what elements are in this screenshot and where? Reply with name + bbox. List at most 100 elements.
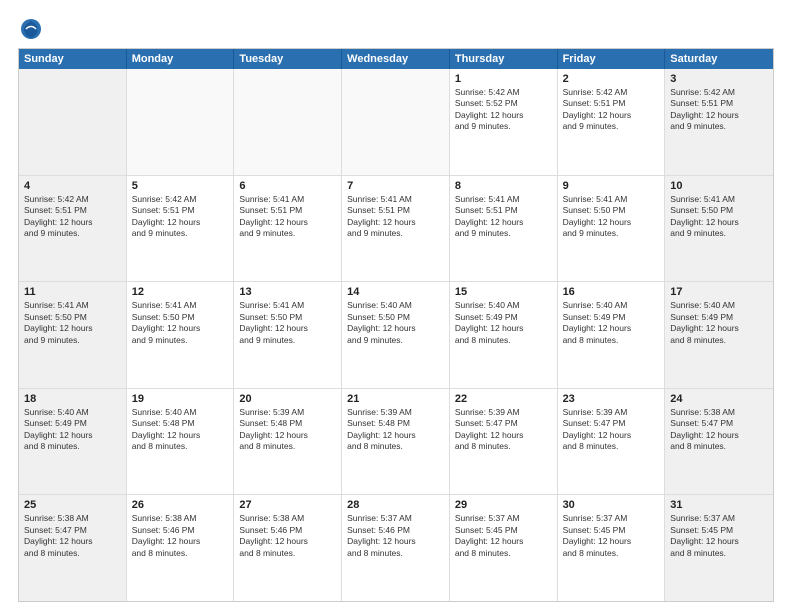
week-row-2: 11 Sunrise: 5:41 AM Sunset: 5:50 PM Dayli… — [19, 282, 773, 389]
day-number: 15 — [455, 286, 552, 298]
day-number: 23 — [563, 393, 660, 405]
day-info: Sunrise: 5:41 AM Sunset: 5:50 PM Dayligh… — [132, 300, 229, 346]
day-info: Sunrise: 5:37 AM Sunset: 5:45 PM Dayligh… — [670, 513, 768, 559]
day-cell-12: 12 Sunrise: 5:41 AM Sunset: 5:50 PM Dayli… — [127, 282, 235, 388]
day-info: Sunrise: 5:41 AM Sunset: 5:50 PM Dayligh… — [239, 300, 336, 346]
day-number: 22 — [455, 393, 552, 405]
day-number: 29 — [455, 499, 552, 511]
day-info: Sunrise: 5:42 AM Sunset: 5:52 PM Dayligh… — [455, 87, 552, 133]
day-number: 19 — [132, 393, 229, 405]
day-info: Sunrise: 5:42 AM Sunset: 5:51 PM Dayligh… — [563, 87, 660, 133]
day-number: 14 — [347, 286, 444, 298]
calendar-body: 1 Sunrise: 5:42 AM Sunset: 5:52 PM Daylig… — [19, 69, 773, 601]
day-info: Sunrise: 5:41 AM Sunset: 5:50 PM Dayligh… — [24, 300, 121, 346]
day-cell-2: 2Sunrise: 5:42 AM Sunset: 5:51 PM Daylig… — [558, 69, 666, 175]
day-number: 11 — [24, 286, 121, 298]
day-number: 26 — [132, 499, 229, 511]
week-row-1: 4 Sunrise: 5:42 AM Sunset: 5:51 PM Daylig… — [19, 176, 773, 283]
day-number: 6 — [239, 180, 336, 192]
day-cell-15: 15 Sunrise: 5:40 AM Sunset: 5:49 PM Dayli… — [450, 282, 558, 388]
week-row-4: 25 Sunrise: 5:38 AM Sunset: 5:47 PM Dayli… — [19, 495, 773, 601]
day-number: 12 — [132, 286, 229, 298]
week-row-3: 18Sunrise: 5:40 AM Sunset: 5:49 PM Dayli… — [19, 389, 773, 496]
day-number: 13 — [239, 286, 336, 298]
day-cell-4: 4 Sunrise: 5:42 AM Sunset: 5:51 PM Daylig… — [19, 176, 127, 282]
day-cell-5: 5 Sunrise: 5:42 AM Sunset: 5:51 PM Daylig… — [127, 176, 235, 282]
header-day-sunday: Sunday — [19, 49, 127, 69]
day-info: Sunrise: 5:39 AM Sunset: 5:48 PM Dayligh… — [239, 407, 336, 453]
empty-cell — [234, 69, 342, 175]
day-cell-28: 28Sunrise: 5:37 AM Sunset: 5:46 PM Dayli… — [342, 495, 450, 601]
day-info: Sunrise: 5:42 AM Sunset: 5:51 PM Dayligh… — [670, 87, 768, 133]
day-info: Sunrise: 5:40 AM Sunset: 5:49 PM Dayligh… — [670, 300, 768, 346]
header-day-thursday: Thursday — [450, 49, 558, 69]
day-number: 31 — [670, 499, 768, 511]
day-number: 30 — [563, 499, 660, 511]
day-cell-9: 9 Sunrise: 5:41 AM Sunset: 5:50 PM Daylig… — [558, 176, 666, 282]
day-cell-26: 26 Sunrise: 5:38 AM Sunset: 5:46 PM Dayli… — [127, 495, 235, 601]
day-cell-24: 24 Sunrise: 5:38 AM Sunset: 5:47 PM Dayli… — [665, 389, 773, 495]
day-number: 20 — [239, 393, 336, 405]
day-info: Sunrise: 5:40 AM Sunset: 5:48 PM Dayligh… — [132, 407, 229, 453]
day-cell-31: 31 Sunrise: 5:37 AM Sunset: 5:45 PM Dayli… — [665, 495, 773, 601]
day-info: Sunrise: 5:42 AM Sunset: 5:51 PM Dayligh… — [132, 194, 229, 240]
day-number: 8 — [455, 180, 552, 192]
page: SundayMondayTuesdayWednesdayThursdayFrid… — [0, 0, 792, 612]
day-number: 25 — [24, 499, 121, 511]
day-cell-29: 29 Sunrise: 5:37 AM Sunset: 5:45 PM Dayli… — [450, 495, 558, 601]
day-info: Sunrise: 5:38 AM Sunset: 5:46 PM Dayligh… — [132, 513, 229, 559]
day-number: 7 — [347, 180, 444, 192]
day-number: 24 — [670, 393, 768, 405]
day-number: 10 — [670, 180, 768, 192]
calendar-header: SundayMondayTuesdayWednesdayThursdayFrid… — [19, 49, 773, 69]
empty-cell — [127, 69, 235, 175]
day-cell-1: 1 Sunrise: 5:42 AM Sunset: 5:52 PM Daylig… — [450, 69, 558, 175]
day-info: Sunrise: 5:40 AM Sunset: 5:49 PM Dayligh… — [24, 407, 121, 453]
day-info: Sunrise: 5:41 AM Sunset: 5:50 PM Dayligh… — [563, 194, 660, 240]
day-number: 3 — [670, 73, 768, 85]
day-info: Sunrise: 5:38 AM Sunset: 5:47 PM Dayligh… — [24, 513, 121, 559]
day-number: 16 — [563, 286, 660, 298]
day-info: Sunrise: 5:39 AM Sunset: 5:47 PM Dayligh… — [455, 407, 552, 453]
header-day-wednesday: Wednesday — [342, 49, 450, 69]
day-info: Sunrise: 5:40 AM Sunset: 5:49 PM Dayligh… — [563, 300, 660, 346]
day-number: 27 — [239, 499, 336, 511]
day-cell-20: 20 Sunrise: 5:39 AM Sunset: 5:48 PM Dayli… — [234, 389, 342, 495]
day-number: 9 — [563, 180, 660, 192]
header — [18, 18, 774, 40]
day-cell-14: 14 Sunrise: 5:40 AM Sunset: 5:50 PM Dayli… — [342, 282, 450, 388]
day-cell-22: 22 Sunrise: 5:39 AM Sunset: 5:47 PM Dayli… — [450, 389, 558, 495]
day-info: Sunrise: 5:38 AM Sunset: 5:47 PM Dayligh… — [670, 407, 768, 453]
day-cell-3: 3 Sunrise: 5:42 AM Sunset: 5:51 PM Daylig… — [665, 69, 773, 175]
day-cell-21: 21 Sunrise: 5:39 AM Sunset: 5:48 PM Dayli… — [342, 389, 450, 495]
day-info: Sunrise: 5:37 AM Sunset: 5:45 PM Dayligh… — [563, 513, 660, 559]
day-cell-10: 10Sunrise: 5:41 AM Sunset: 5:50 PM Dayli… — [665, 176, 773, 282]
day-info: Sunrise: 5:37 AM Sunset: 5:45 PM Dayligh… — [455, 513, 552, 559]
calendar: SundayMondayTuesdayWednesdayThursdayFrid… — [18, 48, 774, 602]
day-cell-17: 17 Sunrise: 5:40 AM Sunset: 5:49 PM Dayli… — [665, 282, 773, 388]
day-cell-27: 27 Sunrise: 5:38 AM Sunset: 5:46 PM Dayli… — [234, 495, 342, 601]
logo — [18, 18, 42, 40]
day-info: Sunrise: 5:40 AM Sunset: 5:49 PM Dayligh… — [455, 300, 552, 346]
day-number: 1 — [455, 73, 552, 85]
header-day-friday: Friday — [558, 49, 666, 69]
day-info: Sunrise: 5:41 AM Sunset: 5:51 PM Dayligh… — [455, 194, 552, 240]
day-cell-23: 23Sunrise: 5:39 AM Sunset: 5:47 PM Dayli… — [558, 389, 666, 495]
week-row-0: 1 Sunrise: 5:42 AM Sunset: 5:52 PM Daylig… — [19, 69, 773, 176]
day-info: Sunrise: 5:38 AM Sunset: 5:46 PM Dayligh… — [239, 513, 336, 559]
day-cell-13: 13 Sunrise: 5:41 AM Sunset: 5:50 PM Dayli… — [234, 282, 342, 388]
day-info: Sunrise: 5:41 AM Sunset: 5:51 PM Dayligh… — [239, 194, 336, 240]
day-cell-18: 18Sunrise: 5:40 AM Sunset: 5:49 PM Dayli… — [19, 389, 127, 495]
day-info: Sunrise: 5:40 AM Sunset: 5:50 PM Dayligh… — [347, 300, 444, 346]
day-cell-19: 19 Sunrise: 5:40 AM Sunset: 5:48 PM Dayli… — [127, 389, 235, 495]
day-number: 17 — [670, 286, 768, 298]
day-number: 5 — [132, 180, 229, 192]
logo-icon — [20, 18, 42, 40]
day-cell-11: 11 Sunrise: 5:41 AM Sunset: 5:50 PM Dayli… — [19, 282, 127, 388]
day-number: 4 — [24, 180, 121, 192]
day-number: 21 — [347, 393, 444, 405]
empty-cell — [19, 69, 127, 175]
day-info: Sunrise: 5:39 AM Sunset: 5:48 PM Dayligh… — [347, 407, 444, 453]
day-info: Sunrise: 5:42 AM Sunset: 5:51 PM Dayligh… — [24, 194, 121, 240]
header-day-monday: Monday — [127, 49, 235, 69]
